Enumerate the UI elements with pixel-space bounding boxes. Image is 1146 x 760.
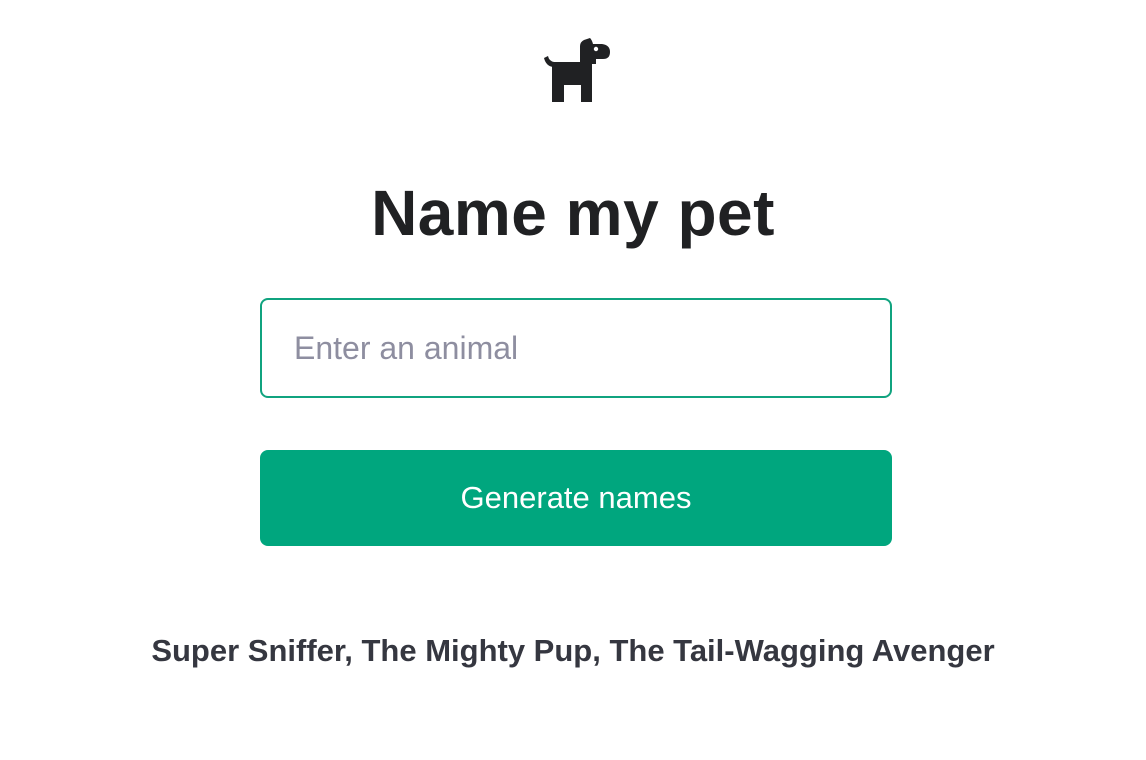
generate-names-button[interactable]: Generate names bbox=[260, 450, 892, 546]
page-title: Name my pet bbox=[371, 176, 775, 249]
dog-icon bbox=[540, 38, 612, 104]
result-text: Super Sniffer, The Mighty Pup, The Tail-… bbox=[151, 633, 995, 668]
animal-input[interactable] bbox=[260, 298, 892, 398]
main-container: Name my pet Generate names Super Sniffer… bbox=[0, 0, 1146, 760]
name-form: Generate names bbox=[260, 298, 892, 546]
